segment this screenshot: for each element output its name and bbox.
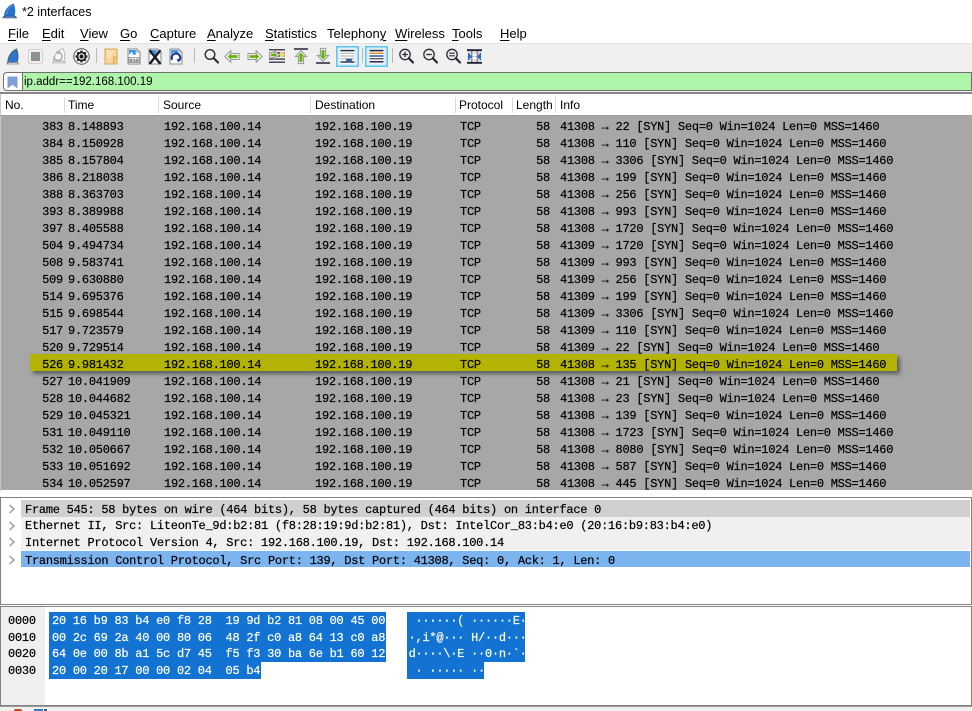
svg-text:010: 010 (130, 58, 139, 64)
